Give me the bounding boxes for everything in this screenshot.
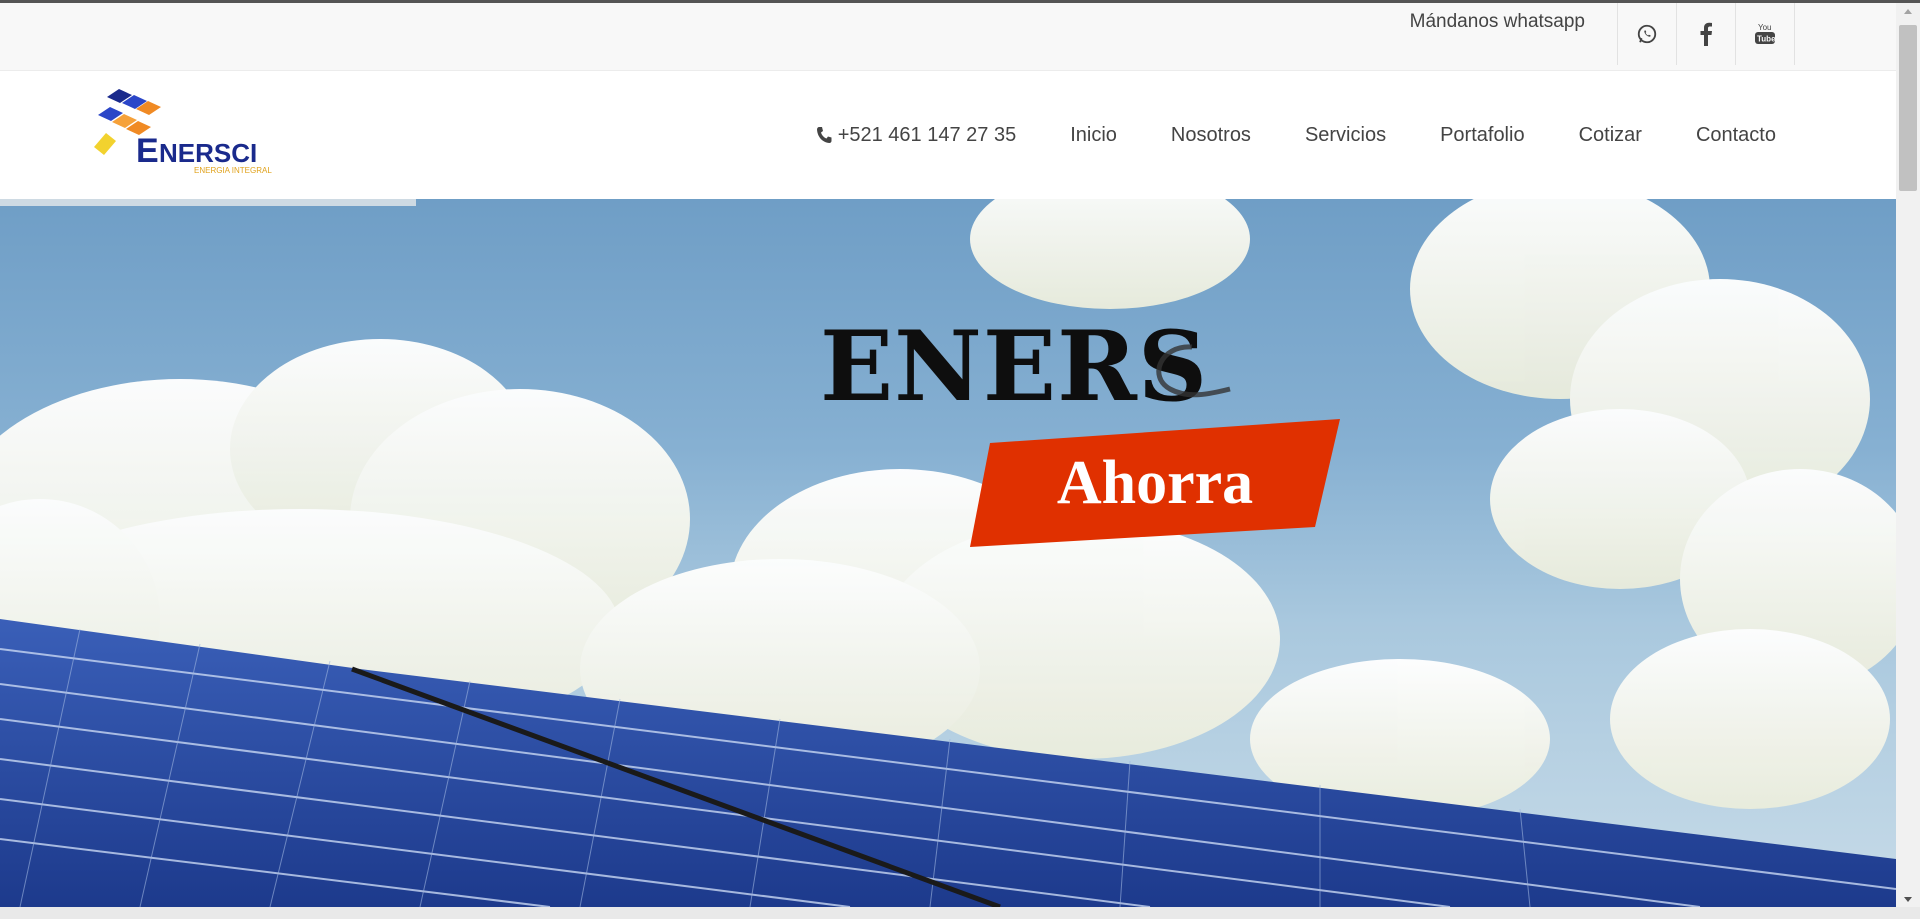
whatsapp-button[interactable] [1617,3,1676,65]
hero-badge-text: Ahorra [1056,448,1254,517]
nav-portafolio[interactable]: Portafolio [1440,124,1525,147]
nav-contacto[interactable]: Contacto [1696,124,1776,147]
scroll-up-arrow[interactable] [1896,3,1920,19]
top-utility-bar: Mándanos whatsapp You Tube [0,3,1896,71]
nav-nosotros[interactable]: Nosotros [1171,124,1251,147]
logo-tagline: ENERGIA INTEGRAL [194,166,272,175]
nav-inicio[interactable]: Inicio [1070,124,1117,147]
whatsapp-icon [1637,24,1657,44]
nav-phone-number: +521 461 147 27 35 [837,123,1017,146]
youtube-icon: You Tube [1755,23,1776,44]
main-nav: +521 461 147 27 35 Inicio Nosotros Servi… [816,71,1776,199]
logo[interactable]: E NERSCI ENERGIA INTEGRAL [92,89,292,179]
hero-banner: ENERS Ahorra [0,199,1896,907]
facebook-icon [1700,22,1712,46]
phone-icon [816,126,832,144]
hero-badge: Ahorra [970,419,1340,547]
nav-phone[interactable]: +521 461 147 27 35 [816,123,1017,147]
youtube-button[interactable]: You Tube [1735,3,1795,65]
logo-name: NERSCI [159,138,257,168]
logo-mark: E NERSCI ENERGIA INTEGRAL [94,89,272,175]
page-bottom-bar [0,907,1920,919]
hero-background-image [0,199,1896,907]
svg-text:You: You [1758,23,1772,32]
svg-text:Tube: Tube [1757,35,1776,44]
whatsapp-link[interactable]: Mándanos whatsapp [1410,11,1585,33]
hero-top-tab [0,199,416,206]
scroll-down-arrow[interactable] [1896,891,1920,907]
hero-title-swoosh [1156,344,1231,398]
svg-text:E: E [136,132,159,170]
scrollbar-thumb[interactable] [1899,25,1917,191]
facebook-button[interactable] [1676,3,1735,65]
nav-servicios[interactable]: Servicios [1305,124,1386,147]
main-navbar: E NERSCI ENERGIA INTEGRAL +521 461 147 2… [0,71,1896,199]
nav-cotizar[interactable]: Cotizar [1579,124,1642,147]
